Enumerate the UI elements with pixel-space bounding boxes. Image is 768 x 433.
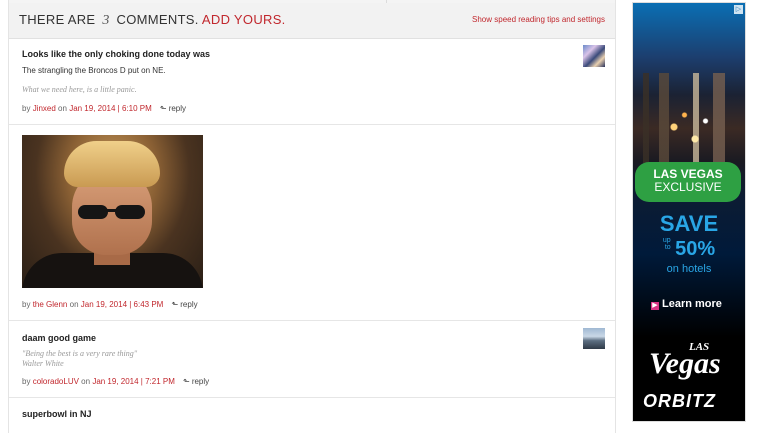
comment-title: superbowl in NJ (22, 409, 92, 419)
comment-count-title: THERE ARE 3 COMMENTS. ADD YOURS. (19, 12, 286, 28)
comment-author-link[interactable]: coloradoLUV (33, 377, 79, 386)
comment-meta: by the Glenn on Jan 19, 2014 | 6:43 PM ⬑… (22, 300, 198, 309)
comments-header: THERE ARE 3 COMMENTS. ADD YOURS. Show sp… (9, 3, 615, 39)
comments-section: THERE ARE 3 COMMENTS. ADD YOURS. Show sp… (8, 0, 616, 433)
comment-author-link[interactable]: Jinxed (33, 104, 56, 113)
comment-signature: "Being the best is a very rare thing" (22, 349, 138, 358)
add-comment-link[interactable]: ADD YOURS. (202, 12, 286, 27)
comment-signature: What we need here, is a little panic. (22, 85, 137, 94)
comment-item: Looks like the only choking done today w… (9, 39, 615, 125)
comment-date-link[interactable]: Jan 19, 2014 | 6:10 PM (69, 104, 152, 113)
comment-image[interactable] (22, 135, 203, 288)
play-arrow-icon: ▶ (651, 302, 659, 310)
learn-more-button[interactable]: ▶ Learn more (651, 298, 722, 310)
comment-date-link[interactable]: Jan 19, 2014 | 7:21 PM (92, 377, 175, 386)
speed-reading-tips-link[interactable]: Show speed reading tips and settings (472, 15, 605, 24)
reply-button[interactable]: ⬑ reply (172, 300, 198, 309)
comment-meta: by Jinxed on Jan 19, 2014 | 6:10 PM ⬑ rep… (22, 104, 187, 113)
comment-author-link[interactable]: the Glenn (33, 300, 68, 309)
comment-title: Looks like the only choking done today w… (22, 49, 211, 59)
reply-arrow-icon: ⬑ (171, 300, 179, 309)
save-headline: SAVE (659, 211, 719, 236)
comment-item: by the Glenn on Jan 19, 2014 | 6:43 PM ⬑… (9, 125, 615, 321)
avatar[interactable] (583, 328, 605, 349)
comment-title: daam good game (22, 333, 97, 343)
reply-arrow-icon: ⬑ (183, 377, 190, 386)
on-hotels-text: on hotels (666, 263, 712, 275)
comment-signature-author: Walter White (22, 359, 64, 368)
comment-meta: by coloradoLUV on Jan 19, 2014 | 7:21 PM… (22, 377, 210, 386)
comment-item: superbowl in NJ (9, 398, 615, 433)
comment-body: The strangling the Broncos D put on NE. (22, 66, 166, 75)
ad-choices-icon[interactable]: ▷ (734, 5, 743, 14)
reply-button[interactable]: ⬑ reply (160, 104, 186, 113)
comment-count: 3 (102, 13, 110, 28)
reply-arrow-icon: ⬑ (160, 104, 167, 113)
discount-percent: up to 50% (662, 237, 716, 260)
comment-date-link[interactable]: Jan 19, 2014 | 6:43 PM (81, 300, 164, 309)
comment-item: daam good game "Being the best is a very… (9, 321, 615, 398)
reply-button[interactable]: ⬑ reply (183, 377, 209, 386)
orbitz-logo: ORBITZ (643, 391, 716, 411)
orbitz-ad-banner[interactable]: ▷ LAS VEGAS EXCLUSIVE SAVE up to 50% on h… (632, 2, 746, 422)
avatar[interactable] (583, 45, 605, 67)
city-lights-image (653, 103, 723, 163)
exclusive-badge: LAS VEGAS EXCLUSIVE (635, 162, 741, 202)
